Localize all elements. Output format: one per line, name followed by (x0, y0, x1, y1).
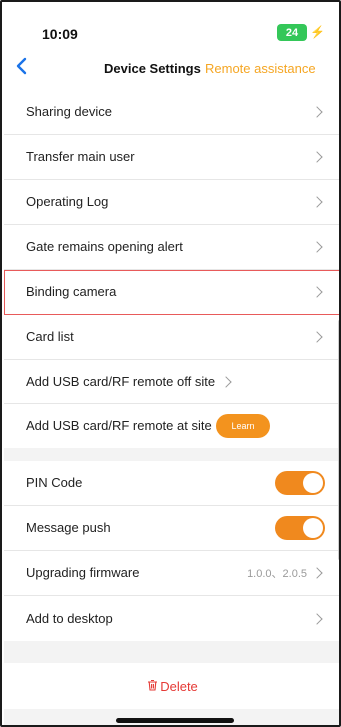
settings-group-1: Sharing device Transfer main user Operat… (4, 90, 339, 448)
status-time: 10:09 (42, 26, 78, 42)
add-card-at-site-row: Add USB card/RF remote at site Learn (4, 404, 339, 448)
chevron-right-icon (220, 375, 232, 388)
row-label: Add USB card/RF remote at site (26, 418, 212, 434)
status-bar: 10:09 24 ⚡ (2, 2, 339, 52)
chevron-right-icon (311, 106, 323, 118)
toggle-knob (303, 518, 323, 538)
row-label: Add to desktop (26, 610, 113, 626)
bolt-icon: ⚡ (310, 25, 325, 39)
phone-frame: 10:09 24 ⚡ Device Settings Remote assist… (0, 0, 341, 727)
row-label: Transfer main user (26, 149, 135, 165)
transfer-main-user-row[interactable]: Transfer main user (4, 135, 339, 180)
row-label: Gate remains opening alert (26, 239, 183, 255)
chevron-right-icon (311, 241, 323, 253)
delete-button[interactable]: Delete (4, 663, 339, 709)
settings-group-2: PIN Code Message push Upgrading firmware… (4, 461, 339, 641)
row-label: Upgrading firmware (26, 565, 140, 581)
firmware-version: 1.0.0、2.0.5 (247, 568, 307, 580)
chevron-right-icon (311, 331, 323, 343)
chevron-right-icon (311, 567, 323, 579)
add-card-off-site-row[interactable]: Add USB card/RF remote off site (4, 360, 339, 404)
row-label: Add USB card/RF remote off site (26, 373, 216, 389)
chevron-left-icon[interactable] (10, 54, 34, 78)
row-label: Binding camera (26, 284, 117, 300)
trash-icon (147, 679, 158, 694)
row-label: Operating Log (26, 194, 109, 210)
chevron-right-icon (311, 612, 323, 625)
row-label: Message push (26, 520, 111, 536)
operating-log-row[interactable]: Operating Log (4, 180, 339, 225)
nav-bar: Device Settings Remote assistance (2, 52, 339, 85)
remote-assistance-link[interactable]: Remote assistance (205, 61, 316, 76)
settings-content: Sharing device Transfer main user Operat… (4, 90, 339, 725)
learn-button[interactable]: Learn (216, 414, 270, 438)
toggle-knob (303, 473, 323, 493)
chevron-right-icon (311, 196, 323, 208)
gate-opening-alert-row[interactable]: Gate remains opening alert (4, 225, 339, 270)
pin-code-row: PIN Code (4, 461, 339, 506)
pin-code-toggle[interactable] (275, 471, 325, 495)
message-push-row: Message push (4, 506, 339, 551)
sharing-device-row[interactable]: Sharing device (4, 90, 339, 135)
page-title: Device Settings (104, 61, 201, 76)
card-list-row[interactable]: Card list (4, 315, 339, 360)
delete-label: Delete (160, 678, 198, 694)
binding-camera-row[interactable]: Binding camera (4, 270, 339, 315)
message-push-toggle[interactable] (275, 516, 325, 540)
chevron-right-icon (311, 286, 323, 298)
section-gap (4, 448, 339, 461)
add-to-desktop-row[interactable]: Add to desktop (4, 596, 339, 641)
row-label: Card list (26, 329, 74, 345)
home-indicator (116, 718, 234, 723)
chevron-right-icon (311, 151, 323, 163)
row-label: Sharing device (26, 104, 112, 120)
battery-indicator: 24 (277, 24, 307, 41)
row-label: PIN Code (26, 475, 83, 491)
section-gap (4, 641, 339, 663)
upgrading-firmware-row[interactable]: Upgrading firmware 1.0.0、2.0.5 (4, 551, 339, 596)
